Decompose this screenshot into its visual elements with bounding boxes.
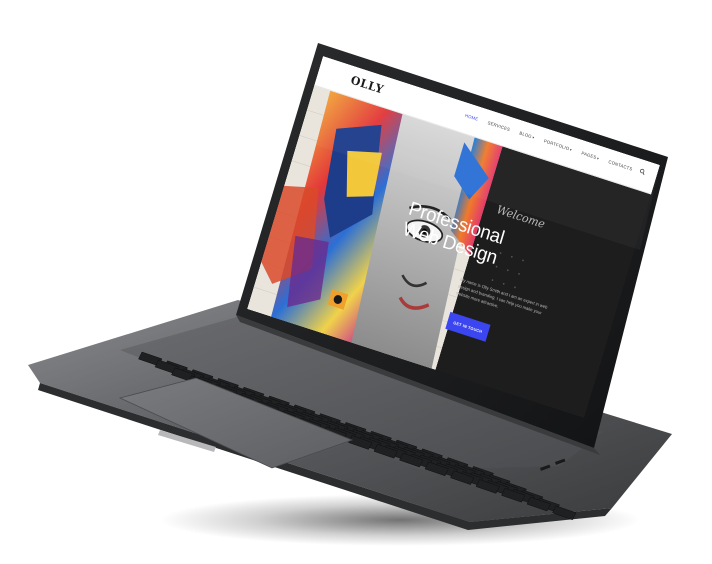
dot — [510, 255, 513, 258]
dot — [517, 272, 521, 276]
dot — [499, 252, 502, 255]
dot — [502, 282, 505, 285]
dot — [491, 279, 494, 282]
laptop-mockup: OLLY HOME SERVICES BLOG▾ PORTFOLIO▾ PAGES▾ CO… — [0, 0, 712, 564]
dot — [495, 265, 498, 268]
dot — [513, 286, 517, 289]
laptop-scene: OLLY HOMESERVICESBLOG▾PORTFOLIO▾PAGES▾CO… — [28, 43, 672, 546]
dot — [506, 269, 509, 272]
dot — [522, 259, 525, 262]
